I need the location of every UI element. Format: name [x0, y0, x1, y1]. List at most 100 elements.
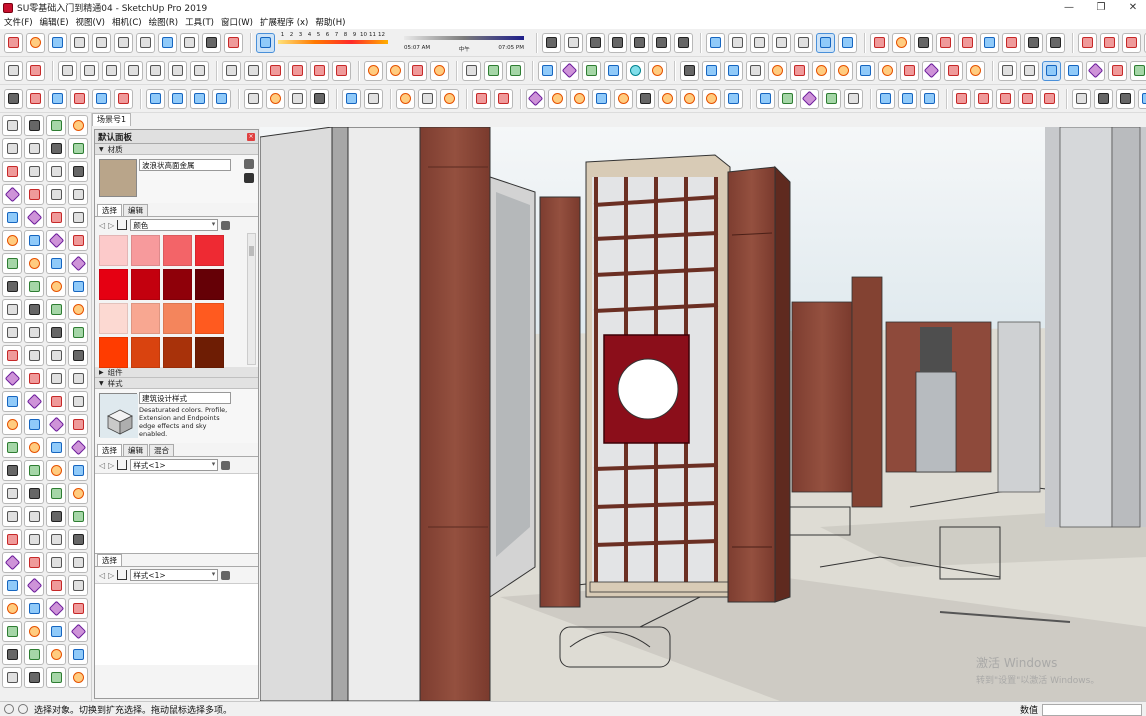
pencil-icon[interactable] [746, 60, 765, 81]
material-swatch-3[interactable] [163, 235, 192, 266]
palette-tool-49-icon[interactable] [2, 391, 22, 412]
plugin-ai-icon[interactable] [1064, 60, 1083, 81]
palette-tool-45-icon[interactable] [2, 368, 22, 389]
palette-tool-75-icon[interactable] [46, 529, 66, 550]
palette-tool-50-icon[interactable] [24, 391, 44, 412]
plugin-bi-icon[interactable] [636, 88, 655, 109]
plugin-z-icon[interactable] [834, 60, 853, 81]
lightbulb-icon[interactable] [266, 88, 285, 109]
palette-tool-64-icon[interactable] [68, 460, 88, 481]
material-swatch-2[interactable] [131, 235, 160, 266]
walk-icon[interactable] [1046, 32, 1065, 53]
palette-tool-81-icon[interactable] [2, 575, 22, 596]
palette-tool-38-icon[interactable] [24, 322, 44, 343]
palette-tool-29-icon[interactable] [2, 276, 22, 297]
palette-tool-67-icon[interactable] [46, 483, 66, 504]
plugin-ab-icon[interactable] [878, 60, 897, 81]
plugin-ad-icon[interactable] [922, 60, 941, 81]
palette-tool-44-icon[interactable] [68, 345, 88, 366]
current-material-swatch[interactable] [99, 159, 137, 197]
palette-tool-34-icon[interactable] [24, 299, 44, 320]
details-icon[interactable] [221, 460, 231, 470]
palette-tool-87-icon[interactable] [46, 598, 66, 619]
palette-tool-91-icon[interactable] [46, 621, 66, 642]
palette-tool-10-icon[interactable] [24, 161, 44, 182]
shaded-textures-icon[interactable] [816, 32, 835, 53]
palette-tool-9-icon[interactable] [2, 161, 22, 182]
plugin-u-icon[interactable] [702, 60, 721, 81]
model-info-icon[interactable] [224, 32, 243, 53]
palette-tool-42-icon[interactable] [24, 345, 44, 366]
material-swatch-14[interactable] [131, 337, 160, 368]
front-view-icon[interactable] [608, 32, 627, 53]
plugin-by-icon[interactable] [1018, 88, 1037, 109]
plugin-h-icon[interactable] [310, 60, 329, 81]
palette-tool-93-icon[interactable] [2, 644, 22, 665]
palette-tool-33-icon[interactable] [2, 299, 22, 320]
cube-a-icon[interactable] [58, 60, 77, 81]
palette-tool-32-icon[interactable] [68, 276, 88, 297]
palette-tool-19-icon[interactable] [46, 207, 66, 228]
display-section-icon[interactable] [1100, 32, 1119, 53]
palette-tool-71-icon[interactable] [46, 506, 66, 527]
paste-icon[interactable] [114, 32, 133, 53]
plugin-al-icon[interactable] [1130, 60, 1146, 81]
plugin-l-icon[interactable] [408, 60, 427, 81]
palette-tool-22-icon[interactable] [24, 230, 44, 251]
plugin-ay-icon[interactable] [364, 88, 383, 109]
palette-tool-98-icon[interactable] [24, 667, 44, 688]
plugin-aq-icon[interactable] [146, 88, 165, 109]
palette-tool-82-icon[interactable] [24, 575, 44, 596]
tab-edit[interactable]: 编辑 [123, 204, 148, 216]
palette-tool-92-icon[interactable] [68, 621, 88, 642]
palette-tool-27-icon[interactable] [46, 253, 66, 274]
palette-tool-15-icon[interactable] [46, 184, 66, 205]
plugin-n-icon[interactable] [484, 60, 503, 81]
forward-arrow-icon[interactable]: ▷ [108, 571, 114, 580]
plugin-d-icon[interactable] [222, 60, 241, 81]
cube-c-icon[interactable] [102, 60, 121, 81]
section-plane-icon[interactable] [1078, 32, 1097, 53]
palette-tool-43-icon[interactable] [46, 345, 66, 366]
undo-icon[interactable] [158, 32, 177, 53]
material-swatch-12[interactable] [195, 303, 224, 334]
credits-icon[interactable] [18, 704, 28, 714]
palette-tool-16-icon[interactable] [68, 184, 88, 205]
plugin-m-icon[interactable] [430, 60, 449, 81]
plugin-f-icon[interactable] [266, 60, 285, 81]
material-swatch-5[interactable] [99, 269, 128, 300]
redo-icon[interactable] [180, 32, 199, 53]
plugin-e-icon[interactable] [244, 60, 263, 81]
wireframe-icon[interactable] [750, 32, 769, 53]
styles-collection-select[interactable]: 样式<1> [130, 459, 219, 471]
plugin-ba-icon[interactable] [440, 88, 459, 109]
iso-view-icon[interactable] [564, 32, 583, 53]
material-swatch-13[interactable] [99, 337, 128, 368]
palette-tool-69-icon[interactable] [2, 506, 22, 527]
palette-tool-12-icon[interactable] [68, 161, 88, 182]
palette-tool-28-icon[interactable] [68, 253, 88, 274]
palette-tool-76-icon[interactable] [68, 529, 88, 550]
plugin-i-icon[interactable] [332, 60, 351, 81]
menu-tools[interactable]: 工具(T) [185, 16, 214, 28]
zoom-extents-icon[interactable] [958, 32, 977, 53]
palette-tool-96-icon[interactable] [68, 644, 88, 665]
gear-icon[interactable] [114, 88, 133, 109]
plugin-az-icon[interactable] [418, 88, 437, 109]
plugin-as-icon[interactable] [190, 88, 209, 109]
palette-tool-3-icon[interactable] [46, 115, 66, 136]
pan-icon[interactable] [892, 32, 911, 53]
plugin-bg-icon[interactable] [592, 88, 611, 109]
palette-tool-21-icon[interactable] [2, 230, 22, 251]
shadow-time-slider[interactable]: 05:07 AM 中午 07:05 PM [404, 32, 526, 54]
palette-tool-61-icon[interactable] [2, 460, 22, 481]
plugin-ap-icon[interactable] [92, 88, 111, 109]
forward-arrow-icon[interactable]: ▷ [108, 221, 114, 230]
material-swatch-4[interactable] [195, 235, 224, 266]
plugin-bw-icon[interactable] [974, 88, 993, 109]
shadow-month-slider[interactable]: 1 2 3 4 5 6 7 8 9 10 11 12 [278, 32, 398, 54]
plugin-y-icon[interactable] [812, 60, 831, 81]
back-arrow-icon[interactable]: ◁ [99, 461, 105, 470]
tray-close-icon[interactable]: × [247, 132, 255, 141]
save-icon[interactable] [48, 32, 67, 53]
